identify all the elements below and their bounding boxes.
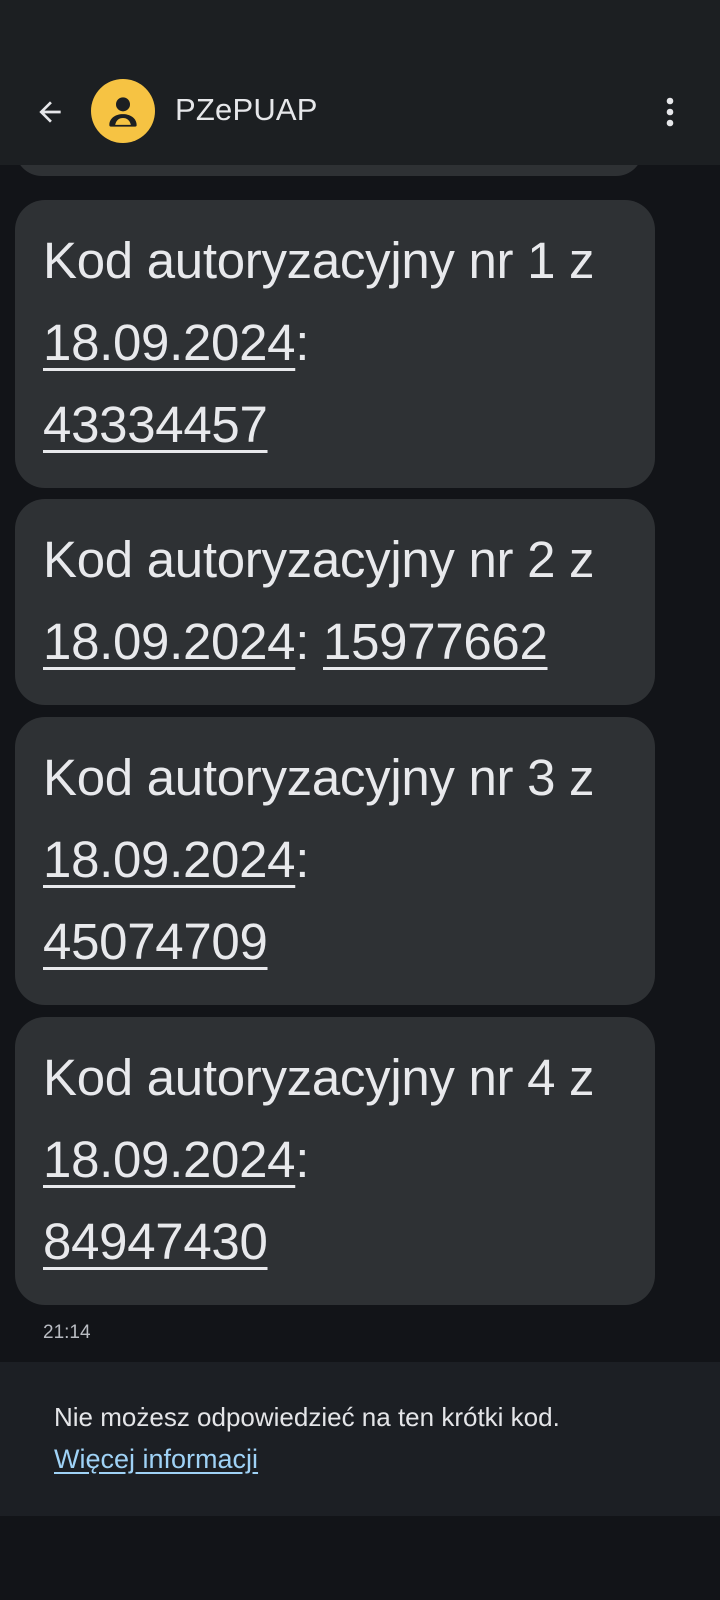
message-timestamp: 21:14 bbox=[43, 1322, 91, 1343]
person-icon bbox=[109, 97, 137, 127]
back-button[interactable] bbox=[26, 88, 74, 136]
message-separator: : bbox=[295, 1131, 310, 1188]
message-thread[interactable]: Kod autoryzacyjny nr 1 z 18.09.2024: 433… bbox=[0, 0, 720, 1600]
more-options-button[interactable] bbox=[646, 86, 694, 138]
authorization-code-link[interactable]: 15977662 bbox=[323, 613, 548, 670]
more-vert-icon bbox=[666, 97, 674, 127]
message-text: Kod autoryzacyjny nr 4 z bbox=[43, 1049, 595, 1106]
authorization-code-link[interactable]: 43334457 bbox=[43, 396, 268, 453]
date-link[interactable]: 18.09.2024 bbox=[43, 1131, 296, 1188]
message-bubble-3[interactable]: Kod autoryzacyjny nr 3 z 18.09.2024: 450… bbox=[15, 717, 655, 1005]
message-text: Kod autoryzacyjny nr 1 z bbox=[43, 232, 595, 289]
contact-avatar[interactable] bbox=[91, 79, 155, 143]
contact-name[interactable]: PZePUAP bbox=[175, 90, 318, 130]
conversation-screen: Kod autoryzacyjny nr 1 z 18.09.2024: 433… bbox=[0, 0, 720, 1600]
message-text: Kod autoryzacyjny nr 2 z bbox=[43, 531, 595, 588]
date-link[interactable]: 18.09.2024 bbox=[43, 314, 296, 371]
arrow-back-icon bbox=[39, 101, 61, 123]
authorization-code-link[interactable]: 45074709 bbox=[43, 913, 268, 970]
date-link[interactable]: 18.09.2024 bbox=[43, 831, 296, 888]
message-text: Kod autoryzacyjny nr 3 z bbox=[43, 749, 595, 806]
message-bubble-1[interactable]: Kod autoryzacyjny nr 1 z 18.09.2024: 433… bbox=[15, 200, 655, 488]
message-separator: : bbox=[295, 314, 310, 371]
reply-unavailable-panel: Nie możesz odpowiedzieć na ten krótki ko… bbox=[0, 1362, 720, 1516]
message-separator: : bbox=[295, 831, 310, 888]
date-link[interactable]: 18.09.2024 bbox=[43, 613, 296, 670]
message-bubble-4[interactable]: Kod autoryzacyjny nr 4 z 18.09.2024: 849… bbox=[15, 1017, 655, 1305]
reply-unavailable-text: Nie możesz odpowiedzieć na ten krótki ko… bbox=[54, 1402, 560, 1432]
more-info-link[interactable]: Więcej informacji bbox=[54, 1439, 258, 1479]
authorization-code-link[interactable]: 84947430 bbox=[43, 1213, 268, 1270]
message-bubble-2[interactable]: Kod autoryzacyjny nr 2 z 18.09.2024: 159… bbox=[15, 499, 655, 705]
app-bar: PZePUAP bbox=[0, 60, 720, 165]
message-separator: : bbox=[295, 613, 323, 670]
